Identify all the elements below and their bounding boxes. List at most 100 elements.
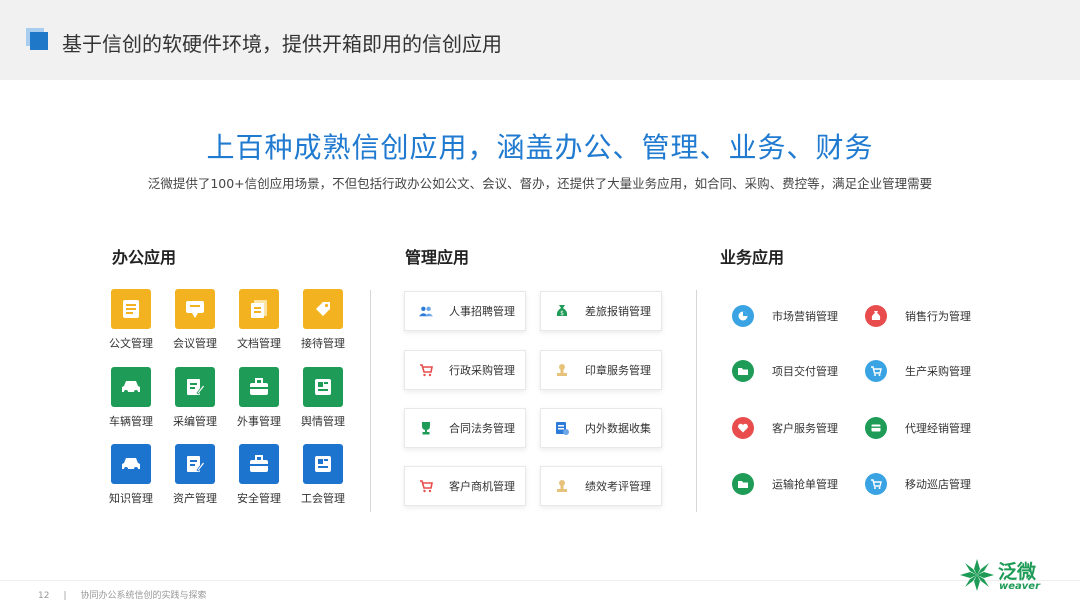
svg-text:$: $ bbox=[560, 310, 564, 317]
office-app[interactable]: 舆情管理 bbox=[293, 367, 353, 429]
app-label: 外事管理 bbox=[237, 415, 281, 428]
footer-separator: | bbox=[63, 591, 67, 601]
office-app[interactable]: 资产管理 bbox=[165, 444, 225, 506]
office-app[interactable]: 文档管理 bbox=[229, 289, 289, 351]
office-app[interactable]: 会议管理 bbox=[165, 289, 225, 351]
title-square-icon bbox=[30, 32, 48, 50]
biz-heading: 业务应用 bbox=[720, 248, 785, 267]
edit-icon bbox=[175, 444, 215, 484]
card-label: 合同法务管理 bbox=[449, 422, 515, 435]
office-app[interactable]: 公文管理 bbox=[101, 289, 161, 351]
card-label: 客户商机管理 bbox=[449, 480, 515, 493]
folder-icon bbox=[732, 473, 754, 495]
tag-icon bbox=[303, 289, 343, 329]
data-sheet-icon bbox=[555, 421, 569, 435]
logo-text-cn: 泛微 bbox=[998, 561, 1037, 583]
card-icon bbox=[865, 417, 887, 439]
divider bbox=[370, 290, 371, 512]
cart-icon bbox=[419, 479, 433, 493]
app-label: 安全管理 bbox=[237, 492, 281, 505]
app-label: 舆情管理 bbox=[301, 415, 345, 428]
logo-text-en: weaver bbox=[999, 581, 1041, 592]
biz-item[interactable]: 客户服务管理 bbox=[732, 416, 838, 440]
app-label: 车辆管理 bbox=[109, 415, 153, 428]
weaver-logo: 泛微 weaver bbox=[956, 555, 1066, 595]
office-app[interactable]: 知识管理 bbox=[101, 444, 161, 506]
office-app[interactable]: 安全管理 bbox=[229, 444, 289, 506]
app-label: 采编管理 bbox=[173, 415, 217, 428]
stamp-icon bbox=[555, 479, 569, 493]
app-label: 资产管理 bbox=[173, 492, 217, 505]
trophy-icon bbox=[419, 421, 433, 435]
stamp-icon bbox=[555, 363, 569, 377]
newspaper-icon bbox=[303, 367, 343, 407]
page-number: 12 bbox=[38, 591, 50, 601]
biz-label: 项目交付管理 bbox=[772, 365, 838, 378]
app-label: 公文管理 bbox=[109, 337, 153, 350]
biz-label: 市场营销管理 bbox=[772, 310, 838, 323]
heart-icon bbox=[732, 417, 754, 439]
biz-label: 客户服务管理 bbox=[772, 422, 838, 435]
biz-label: 销售行为管理 bbox=[905, 310, 971, 323]
office-app[interactable]: 外事管理 bbox=[229, 367, 289, 429]
app-label: 文档管理 bbox=[237, 337, 281, 350]
biz-item[interactable]: 运输抢单管理 bbox=[732, 472, 838, 496]
slide-title: 基于信创的软硬件环境，提供开箱即用的信创应用 bbox=[62, 32, 502, 56]
mgmt-card[interactable]: $ 差旅报销管理 bbox=[540, 291, 662, 331]
card-label: 内外数据收集 bbox=[585, 422, 651, 435]
app-label: 知识管理 bbox=[109, 492, 153, 505]
mgmt-card[interactable]: 绩效考评管理 bbox=[540, 466, 662, 506]
mgmt-heading: 管理应用 bbox=[405, 248, 470, 267]
divider bbox=[696, 290, 697, 512]
app-label: 会议管理 bbox=[173, 337, 217, 350]
biz-item[interactable]: 生产采购管理 bbox=[865, 359, 971, 383]
files-icon bbox=[239, 289, 279, 329]
mgmt-card[interactable]: 合同法务管理 bbox=[404, 408, 526, 448]
biz-item[interactable]: 项目交付管理 bbox=[732, 359, 838, 383]
mgmt-card[interactable]: 客户商机管理 bbox=[404, 466, 526, 506]
car-icon bbox=[111, 444, 151, 484]
mgmt-card[interactable]: 印章服务管理 bbox=[540, 350, 662, 390]
office-heading: 办公应用 bbox=[112, 248, 177, 267]
card-label: 印章服务管理 bbox=[585, 364, 651, 377]
money-bag-icon: $ bbox=[555, 304, 569, 318]
biz-item[interactable]: 移动巡店管理 bbox=[865, 472, 971, 496]
subline: 泛微提供了100+信创应用场景，不但包括行政办公如公文、会议、督办，还提供了大量… bbox=[147, 176, 933, 191]
newspaper-icon bbox=[303, 444, 343, 484]
mgmt-card[interactable]: 人事招聘管理 bbox=[404, 291, 526, 331]
card-label: 差旅报销管理 bbox=[585, 305, 651, 318]
office-app[interactable]: 采编管理 bbox=[165, 367, 225, 429]
document-icon bbox=[111, 289, 151, 329]
chart-pie-icon bbox=[732, 305, 754, 327]
office-app[interactable]: 工会管理 bbox=[293, 444, 353, 506]
people-icon bbox=[419, 304, 433, 318]
app-label: 工会管理 bbox=[301, 492, 345, 505]
biz-item[interactable]: 代理经销管理 bbox=[865, 416, 971, 440]
office-app[interactable]: 车辆管理 bbox=[101, 367, 161, 429]
biz-label: 生产采购管理 bbox=[905, 365, 971, 378]
biz-item[interactable]: 销售行为管理 bbox=[865, 304, 971, 328]
folder-icon bbox=[732, 360, 754, 382]
biz-label: 移动巡店管理 bbox=[905, 478, 971, 491]
biz-label: 运输抢单管理 bbox=[772, 478, 838, 491]
mgmt-card[interactable]: 行政采购管理 bbox=[404, 350, 526, 390]
briefcase-icon bbox=[239, 444, 279, 484]
edit-icon bbox=[175, 367, 215, 407]
header-bar: 基于信创的软硬件环境，提供开箱即用的信创应用 bbox=[0, 0, 1080, 80]
cart-icon bbox=[419, 363, 433, 377]
cart-icon bbox=[865, 360, 887, 382]
biz-label: 代理经销管理 bbox=[905, 422, 971, 435]
cart-icon bbox=[865, 473, 887, 495]
money-bag-icon bbox=[865, 305, 887, 327]
card-label: 绩效考评管理 bbox=[585, 480, 651, 493]
footer-text: 协同办公系统信创的实践与探索 bbox=[80, 591, 207, 601]
office-app[interactable]: 接待管理 bbox=[293, 289, 353, 351]
card-label: 行政采购管理 bbox=[449, 364, 515, 377]
card-label: 人事招聘管理 bbox=[449, 305, 515, 318]
meeting-icon bbox=[175, 289, 215, 329]
logo-mark-icon bbox=[960, 559, 994, 591]
footer: 12 | 协同办公系统信创的实践与探索 bbox=[38, 588, 207, 601]
mgmt-card[interactable]: 内外数据收集 bbox=[540, 408, 662, 448]
briefcase-icon bbox=[239, 367, 279, 407]
biz-item[interactable]: 市场营销管理 bbox=[732, 304, 838, 328]
